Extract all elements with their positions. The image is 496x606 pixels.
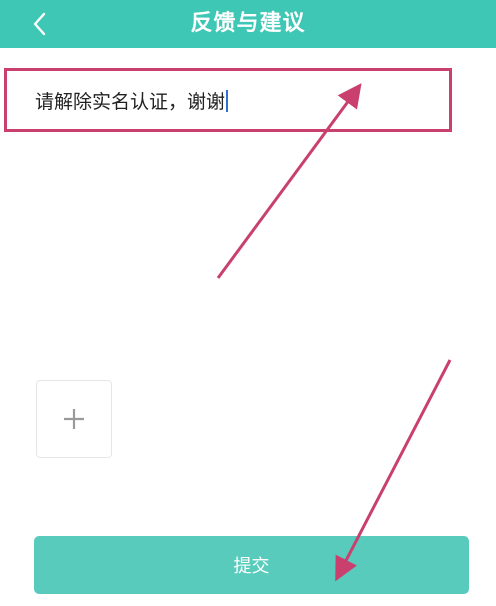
add-image-button[interactable] [36, 380, 112, 458]
header-bar: 反馈与建议 [0, 0, 496, 48]
feedback-input[interactable]: 请解除实名认证，谢谢 [4, 68, 452, 132]
feedback-value: 请解除实名认证，谢谢 [35, 91, 226, 113]
text-caret [226, 90, 229, 112]
feedback-input-text: 请解除实名认证，谢谢 [35, 87, 229, 114]
submit-button[interactable]: 提交 [34, 536, 469, 594]
page-title: 反馈与建议 [190, 11, 306, 36]
